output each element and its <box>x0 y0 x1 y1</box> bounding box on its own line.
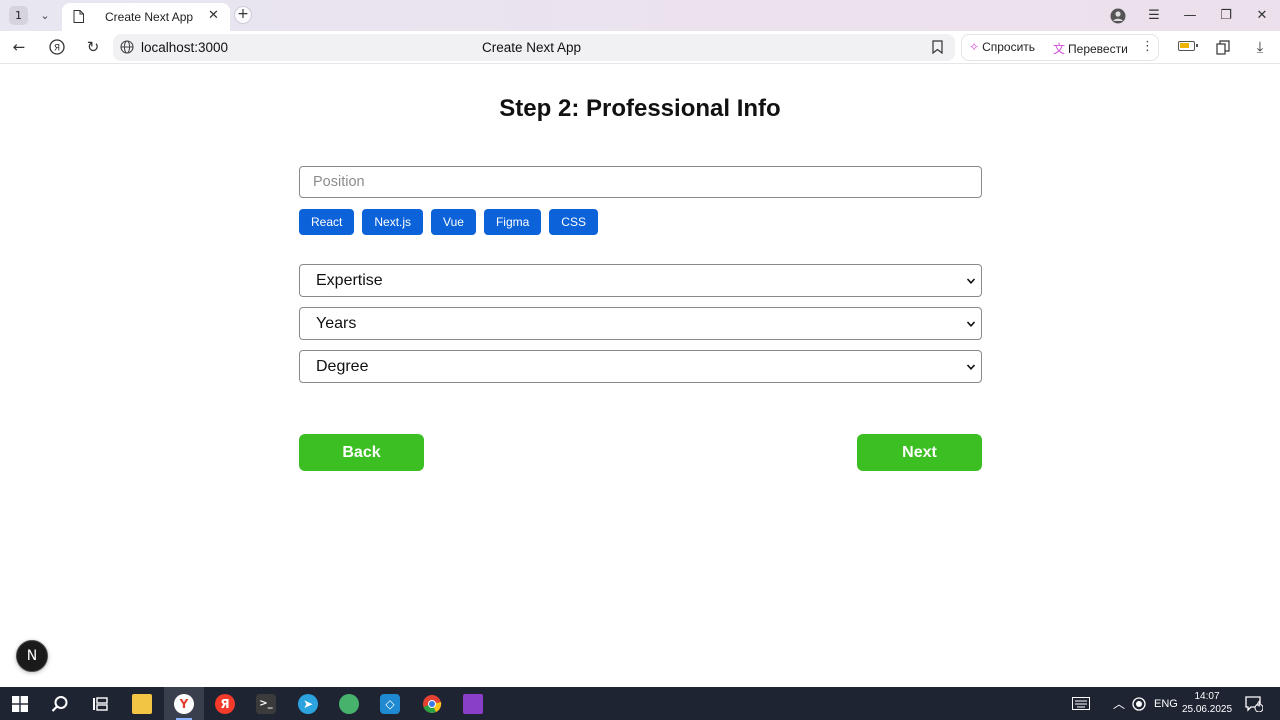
terminal-icon[interactable]: >_ <box>246 687 286 720</box>
degree-select-value: Degree <box>316 358 369 375</box>
skill-tag-nextjs[interactable]: Next.js <box>362 209 424 235</box>
degree-select[interactable]: Degree <box>299 350 982 383</box>
address-bar[interactable]: localhost:3000 Create Next App <box>113 34 955 61</box>
battery-icon[interactable] <box>1178 41 1198 51</box>
minimize-icon[interactable]: — <box>1172 0 1208 31</box>
menu-icon[interactable]: ☰ <box>1136 0 1172 31</box>
language-indicator[interactable]: ENG <box>1154 687 1178 720</box>
clock-time: 14:07 <box>1194 691 1220 702</box>
collections-icon[interactable] <box>1213 37 1233 57</box>
close-tab-icon[interactable]: ✕ <box>208 8 219 23</box>
position-input[interactable] <box>299 166 982 198</box>
more-icon[interactable]: ⋮ <box>1141 39 1154 54</box>
skill-tag-css[interactable]: CSS <box>549 209 598 235</box>
browser-tab[interactable]: Create Next App ✕ <box>62 3 230 31</box>
search-icon[interactable] <box>40 687 80 720</box>
skill-tag-react[interactable]: React <box>299 209 355 235</box>
yandex-app-icon[interactable]: Я <box>205 687 245 720</box>
windows-start-icon[interactable] <box>0 687 40 720</box>
page-title: Step 2: Professional Info <box>499 95 781 122</box>
page-icon <box>73 10 84 23</box>
tray-expand-icon[interactable]: ︿ <box>1113 687 1125 720</box>
tab-title: Create Next App <box>105 10 194 24</box>
translate-label: Перевести <box>1068 42 1128 56</box>
ask-label: Спросить <box>982 40 1036 54</box>
clock-date: 25.06.2025 <box>1181 704 1233 715</box>
telegram-icon[interactable]: ➤ <box>288 687 328 720</box>
translate-icon: 文 <box>1053 42 1066 56</box>
yandex-icon[interactable]: Я <box>47 37 67 57</box>
tab-counter-button[interactable]: 1 <box>9 6 28 25</box>
yandex-browser-icon[interactable]: Y <box>164 687 204 720</box>
back-arrow-icon[interactable]: ← <box>9 37 29 57</box>
network-icon[interactable] <box>1132 687 1146 720</box>
nextjs-devtools-badge[interactable]: N <box>16 640 48 672</box>
years-select[interactable]: Years <box>299 307 982 340</box>
archive-app-icon[interactable] <box>453 687 493 720</box>
browser-toolbar: ← Я ↻ localhost:3000 Create Next App ✧ Сп… <box>0 31 1280 64</box>
globe-icon <box>120 40 134 54</box>
profile-icon[interactable] <box>1100 0 1136 31</box>
chevron-down-icon <box>966 321 976 327</box>
taskbar: Y Я >_ ➤ ◇ ︿ ENG 14:07 25.06.2025 4 <box>0 687 1280 720</box>
new-tab-button[interactable]: + <box>234 6 252 24</box>
bookmark-icon[interactable] <box>932 40 943 54</box>
svg-text:Я: Я <box>54 44 60 54</box>
chevron-down-icon <box>966 364 976 370</box>
skill-tag-figma[interactable]: Figma <box>483 209 542 235</box>
window-controls: ☰ — ❐ ✕ <box>1100 0 1280 31</box>
notification-icon[interactable]: 4 <box>1245 687 1263 720</box>
assistant-extensions: ✧ Спросить 文 Перевести ⋮ <box>961 34 1159 61</box>
task-view-icon[interactable] <box>80 687 120 720</box>
vscode-icon[interactable]: ◇ <box>370 687 410 720</box>
browser-tab-strip: 1 ⌄ Create Next App ✕ + ☰ — ❐ ✕ <box>0 0 1280 31</box>
ask-icon: ✧ <box>969 40 980 54</box>
years-select-value: Years <box>316 315 357 332</box>
reload-icon[interactable]: ↻ <box>83 37 103 57</box>
notification-count: 4 <box>1256 700 1261 709</box>
keyboard-icon[interactable] <box>1072 687 1090 720</box>
address-page-title: Create Next App <box>482 40 582 55</box>
clock[interactable]: 14:07 25.06.2025 <box>1181 690 1233 716</box>
ask-button[interactable]: ✧ Спросить <box>969 40 1035 54</box>
url-text: localhost:3000 <box>141 40 229 55</box>
restore-icon[interactable]: ❐ <box>1208 0 1244 31</box>
file-explorer-icon[interactable] <box>122 687 162 720</box>
green-app-icon[interactable] <box>329 687 369 720</box>
close-window-icon[interactable]: ✕ <box>1244 0 1280 31</box>
translate-button[interactable]: 文 Перевести <box>1053 40 1128 57</box>
expertise-select-value: Expertise <box>316 272 383 289</box>
download-icon[interactable]: ⤓ <box>1250 37 1270 57</box>
expertise-select[interactable]: Expertise <box>299 264 982 297</box>
chevron-down-icon <box>966 278 976 284</box>
back-button[interactable]: Back <box>299 434 424 471</box>
skill-tag-vue[interactable]: Vue <box>431 209 476 235</box>
next-button[interactable]: Next <box>857 434 982 471</box>
chevron-down-icon[interactable]: ⌄ <box>36 7 54 25</box>
chrome-icon[interactable] <box>412 687 452 720</box>
skill-tags: React Next.js Vue Figma CSS <box>299 209 598 235</box>
